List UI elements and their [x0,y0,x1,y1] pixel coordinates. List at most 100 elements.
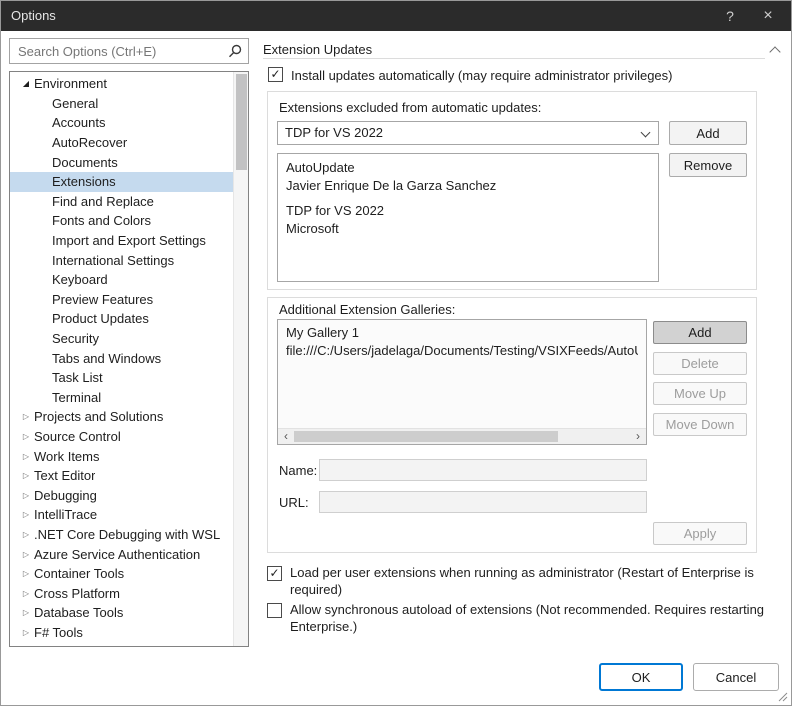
tree-item-database-tools[interactable]: ▷Database Tools [10,603,233,623]
excluded-add-button[interactable]: Add [669,121,747,145]
gallery-apply-button[interactable]: Apply [653,522,747,545]
excluded-extensions-dropdown[interactable]: TDP for VS 2022 [277,121,659,145]
tree-item-label: Documents [52,155,118,170]
help-button[interactable]: ? [713,1,747,31]
collapsed-expander-icon[interactable]: ▷ [18,608,34,617]
tree-item-cross-platform[interactable]: ▷Cross Platform [10,583,233,603]
tree-item-preview-features[interactable]: Preview Features [10,290,233,310]
collapsed-expander-icon[interactable]: ▷ [18,432,34,441]
excluded-group-title: Extensions excluded from automatic updat… [279,100,541,115]
search-input[interactable] [9,38,249,64]
tree-item-accounts[interactable]: Accounts [10,113,233,133]
tree-item-text-editor[interactable]: ▷Text Editor [10,466,233,486]
collapsed-expander-icon[interactable]: ▷ [18,628,34,637]
tree-item-terminal[interactable]: Terminal [10,388,233,408]
header-separator [263,58,765,59]
search-icon[interactable] [227,43,243,59]
expanded-expander-icon[interactable]: ◢ [18,79,34,88]
tree-item-label: Text Editor [34,468,95,483]
tree-item-extensions[interactable]: Extensions [10,172,233,192]
extension-name: AutoUpdate [286,159,650,177]
tree-item-debugging[interactable]: ▷Debugging [10,485,233,505]
collapsed-expander-icon[interactable]: ▷ [18,550,34,559]
tree-item-label: Terminal [52,390,101,405]
extension-publisher: Microsoft [286,220,650,238]
tree-item-general[interactable]: General [10,94,233,114]
tree-item-label: Fonts and Colors [52,213,151,228]
galleries-horizontal-scrollbar[interactable]: ‹ › [278,428,646,444]
collapse-chevron-up-icon[interactable] [769,46,780,57]
cancel-button[interactable]: Cancel [693,663,779,691]
tree-item-projects-and-solutions[interactable]: ▷Projects and Solutions [10,407,233,427]
options-tree: ◢Environment General Accounts AutoRecover Do… [9,71,249,647]
excluded-extension-entry[interactable]: AutoUpdateJavier Enrique De la Garza San… [286,159,650,195]
close-button[interactable]: × [751,1,785,31]
collapsed-expander-icon[interactable]: ▷ [18,530,34,539]
excluded-extensions-list[interactable]: AutoUpdateJavier Enrique De la Garza San… [277,153,659,282]
gallery-move-up-button[interactable]: Move Up [653,382,747,405]
tree-item-container-tools[interactable]: ▷Container Tools [10,564,233,584]
tree-item-label: Work Items [34,449,100,464]
tree-scrollbar-thumb[interactable] [236,74,247,170]
tree-item-label: Extensions [52,174,116,189]
tree-item-environment[interactable]: ◢Environment [10,74,233,94]
tree-item-label: Security [52,331,99,346]
gallery-delete-button[interactable]: Delete [653,352,747,375]
horizontal-scrollbar-thumb[interactable] [294,431,558,442]
tree-item-label: Environment [34,76,107,91]
tree-item-label: Accounts [52,115,105,130]
resize-grip-icon[interactable] [776,690,788,702]
ok-button[interactable]: OK [599,663,683,691]
allow-sync-autoload-checkbox[interactable] [267,603,282,618]
collapsed-expander-icon[interactable]: ▷ [18,452,34,461]
scroll-right-arrow-icon[interactable]: › [630,429,646,444]
tree-item-work-items[interactable]: ▷Work Items [10,446,233,466]
install-updates-checkbox[interactable]: ✓ [268,67,283,82]
gallery-add-button[interactable]: Add [653,321,747,344]
tree-item-source-control[interactable]: ▷Source Control [10,427,233,447]
collapsed-expander-icon[interactable]: ▷ [18,491,34,500]
tree-item-label: Task List [52,370,103,385]
tree-item-international-settings[interactable]: International Settings [10,250,233,270]
galleries-list[interactable]: My Gallery 1file:///C:/Users/jadelaga/Do… [277,319,647,445]
tree-item-autorecover[interactable]: AutoRecover [10,133,233,153]
scroll-left-arrow-icon[interactable]: ‹ [278,429,294,444]
tree-item-label: .NET Core Debugging with WSL [34,527,220,542]
tree-item-intellitrace[interactable]: ▷IntelliTrace [10,505,233,525]
chevron-down-icon [641,128,651,138]
collapsed-expander-icon[interactable]: ▷ [18,569,34,578]
gallery-name: My Gallery 1 [286,324,638,342]
tree-item-label: Database Tools [34,605,123,620]
gallery-item[interactable]: My Gallery 1file:///C:/Users/jadelaga/Do… [286,324,638,360]
tree-item-keyboard[interactable]: Keyboard [10,270,233,290]
tree-item-label: Debugging [34,488,97,503]
tree-item-documents[interactable]: Documents [10,152,233,172]
tree-vertical-scrollbar[interactable] [233,72,248,646]
collapsed-expander-icon[interactable]: ▷ [18,471,34,480]
tree-item-import-and-export-settings[interactable]: Import and Export Settings [10,231,233,251]
load-per-user-checkbox[interactable]: ✓ [267,566,282,581]
tree-item-net-core-debugging-with-wsl[interactable]: ▷.NET Core Debugging with WSL [10,525,233,545]
tree-item-label: Find and Replace [52,194,154,209]
gallery-url-input[interactable] [319,491,647,513]
collapsed-expander-icon[interactable]: ▷ [18,510,34,519]
tree-item-find-and-replace[interactable]: Find and Replace [10,192,233,212]
allow-sync-autoload-label: Allow synchronous autoload of extensions… [290,601,792,635]
gallery-name-input[interactable] [319,459,647,481]
excluded-remove-button[interactable]: Remove [669,153,747,177]
options-dialog: Options ? × ◢EnvironmentGeneralAccountsA… [0,0,792,706]
gallery-move-down-button[interactable]: Move Down [653,413,747,436]
tree-item-label: General [52,96,98,111]
tree-item-product-updates[interactable]: Product Updates [10,309,233,329]
tree-item-tabs-and-windows[interactable]: Tabs and Windows [10,348,233,368]
tree-item-task-list[interactable]: Task List [10,368,233,388]
install-updates-label: Install updates automatically (may requi… [291,67,673,84]
tree-item-fonts-and-colors[interactable]: Fonts and Colors [10,211,233,231]
collapsed-expander-icon[interactable]: ▷ [18,412,34,421]
tree-item-security[interactable]: Security [10,329,233,349]
collapsed-expander-icon[interactable]: ▷ [18,589,34,598]
tree-item-azure-service-authentication[interactable]: ▷Azure Service Authentication [10,544,233,564]
page-title: Extension Updates [263,42,372,57]
excluded-extension-entry[interactable]: TDP for VS 2022Microsoft [286,202,650,238]
tree-item-f-tools[interactable]: ▷F# Tools [10,623,233,643]
